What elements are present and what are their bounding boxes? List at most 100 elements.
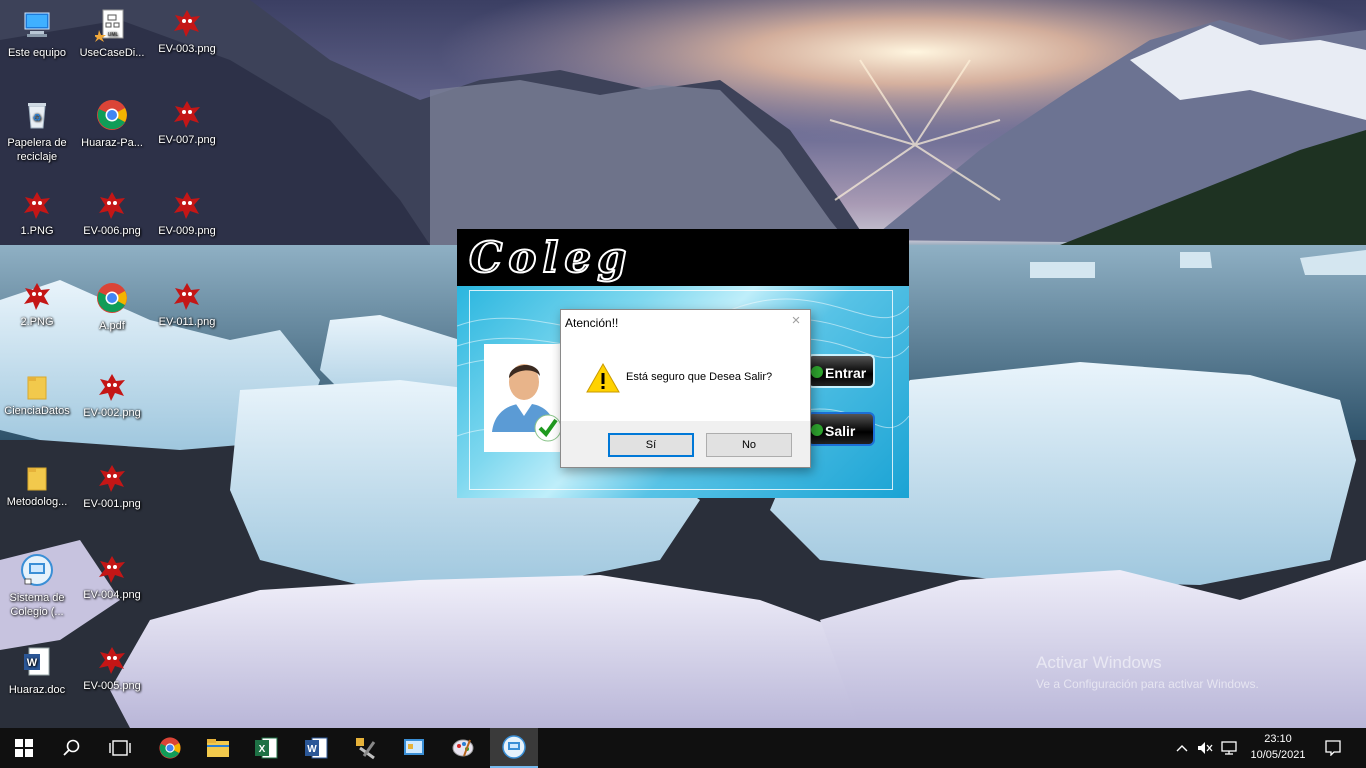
desktop-icon-label: EV-011.png — [158, 316, 216, 328]
enter-button-label: Entrar — [825, 365, 867, 381]
desktop-icon-ev-003[interactable]: EV-003.png — [150, 8, 224, 56]
image-monster-icon — [174, 192, 200, 219]
desktop-icon-label: EV-003.png — [158, 43, 216, 55]
user-avatar-box — [484, 344, 564, 452]
clock-date: 10/05/2021 — [1250, 749, 1306, 761]
start-button[interactable] — [0, 728, 48, 768]
taskbar-word[interactable]: W — [292, 728, 340, 768]
desktop-icon-cienciadatos[interactable]: CienciaDatos — [0, 374, 74, 418]
desktop-icon-sistema-colegio[interactable]: Sistema de Colegio (... — [0, 553, 74, 619]
desktop-icon-ev-011[interactable]: EV-011.png — [150, 281, 224, 329]
desktop-icon-ev-009[interactable]: EV-009.png — [150, 190, 224, 238]
desktop-icon-label: EV-004.png — [83, 589, 141, 601]
paint-icon — [452, 739, 474, 757]
desktop-icon-huaraz-pa[interactable]: Huaraz-Pa... — [75, 98, 149, 150]
svg-text:W: W — [27, 657, 38, 669]
word-doc-icon: W — [24, 647, 50, 676]
task-view-button[interactable] — [96, 728, 144, 768]
image-monster-icon — [99, 192, 125, 219]
folder-icon — [27, 467, 47, 491]
no-button[interactable]: No — [706, 433, 792, 457]
app-shortcut-icon — [21, 554, 53, 586]
svg-text:X: X — [259, 744, 266, 755]
uml-file-icon: UML — [95, 9, 124, 42]
taskbar-chrome[interactable] — [146, 728, 194, 768]
confirm-exit-dialog: Atención!! × Está seguro que Desea Salir… — [560, 309, 811, 468]
desktop-icon-label: EV-002.png — [83, 407, 141, 419]
folder-icon — [207, 739, 229, 757]
desktop-icon-huaraz-doc[interactable]: W Huaraz.doc — [0, 645, 74, 697]
taskbar: X W 23:10 10/05/2021 — [0, 728, 1366, 768]
image-monster-icon — [99, 647, 125, 674]
taskbar-tool[interactable] — [342, 728, 390, 768]
exit-button-label: Salir — [825, 423, 856, 439]
recycle-bin-icon: ♻ — [28, 103, 46, 129]
search-button[interactable] — [48, 728, 96, 768]
chrome-icon — [97, 283, 127, 313]
desktop-icon-label: Huaraz.doc — [8, 684, 66, 696]
app-shortcut-icon — [502, 735, 526, 759]
enter-dot-icon — [811, 366, 823, 378]
desktop-icon-label: Papelera de reciclaje — [7, 137, 67, 163]
desktop-icon-label: EV-007.png — [158, 134, 216, 146]
dialog-title: Atención!! — [565, 316, 619, 330]
desktop-icon-ev-004[interactable]: EV-004.png — [75, 554, 149, 602]
notification-icon — [1325, 740, 1341, 756]
desktop-icon-label: Huaraz-Pa... — [81, 137, 143, 149]
desktop-icon-label: 1.PNG — [20, 225, 54, 237]
image-monster-icon — [99, 374, 125, 401]
image-monster-icon — [99, 556, 125, 583]
enter-button[interactable]: Entrar — [807, 354, 875, 388]
action-center-button[interactable] — [1318, 728, 1348, 768]
taskbar-sistema-colegio[interactable] — [390, 728, 438, 768]
svg-text:UML: UML — [108, 32, 119, 38]
desktop-icon-ev-006[interactable]: EV-006.png — [75, 190, 149, 238]
dialog-message: Está seguro que Desea Salir? — [626, 371, 773, 383]
tray-volume[interactable] — [1195, 728, 1215, 768]
svg-text:♻: ♻ — [33, 113, 42, 124]
exit-button[interactable]: Salir — [807, 412, 875, 446]
desktop-icon-ev-001[interactable]: EV-001.png — [75, 463, 149, 511]
desktop-icon-ev-007[interactable]: EV-007.png — [150, 99, 224, 147]
system-clock[interactable]: 23:10 10/05/2021 — [1244, 731, 1312, 763]
desktop-icon-label: CienciaDatos — [4, 405, 70, 417]
desktop-icon-label: EV-009.png — [158, 225, 216, 237]
network-icon — [1221, 741, 1237, 755]
desktop-icon-a-pdf[interactable]: A.pdf — [75, 281, 149, 333]
word-icon: W — [305, 737, 328, 759]
taskbar-file-explorer[interactable] — [194, 728, 242, 768]
desktop-icon-label: A.pdf — [99, 320, 125, 332]
desktop-icon-1-png[interactable]: 1.PNG — [0, 190, 74, 238]
desktop-icon-metodologia[interactable]: Metodolog... — [0, 465, 74, 509]
tray-network[interactable] — [1218, 728, 1240, 768]
desktop-icon-label: 2.PNG — [20, 316, 54, 328]
svg-text:W: W — [307, 744, 317, 755]
exit-dot-icon — [811, 424, 823, 436]
taskbar-excel[interactable]: X — [242, 728, 290, 768]
volume-muted-icon — [1198, 742, 1213, 754]
desktop-icon-label: Sistema de Colegio (... — [9, 592, 65, 618]
close-icon[interactable]: × — [788, 313, 804, 330]
tools-icon — [356, 738, 376, 760]
task-view-icon — [109, 740, 131, 756]
dialog-footer: Sí No — [561, 421, 810, 467]
taskbar-coleg-app[interactable] — [490, 728, 538, 768]
desktop-icon-ev-002[interactable]: EV-002.png — [75, 372, 149, 420]
app-shortcut-icon — [404, 739, 424, 755]
user-avatar-icon — [492, 364, 562, 442]
folder-icon — [27, 376, 47, 400]
image-monster-icon — [24, 192, 50, 219]
desktop-icon-2-png[interactable]: 2.PNG — [0, 281, 74, 329]
yes-button[interactable]: Sí — [608, 433, 694, 457]
desktop-icon-label: EV-001.png — [83, 498, 141, 510]
desktop-icon-este-equipo[interactable]: Este equipo — [0, 8, 74, 60]
desktop-icon-label: Este equipo — [7, 47, 67, 59]
desktop-icon-label: EV-006.png — [83, 225, 141, 237]
desktop-icon-ev-005[interactable]: EV-005.png — [75, 645, 149, 693]
desktop-icon-usecase[interactable]: UML UseCaseDi... — [75, 8, 149, 60]
activation-watermark: Activar Windows Ve a Configuración para … — [1036, 653, 1259, 691]
tray-chevron-up[interactable] — [1172, 728, 1192, 768]
windows-logo-icon — [15, 739, 33, 757]
desktop-icon-papelera[interactable]: ♻ Papelera de reciclaje — [0, 98, 74, 164]
taskbar-paint[interactable] — [440, 728, 488, 768]
